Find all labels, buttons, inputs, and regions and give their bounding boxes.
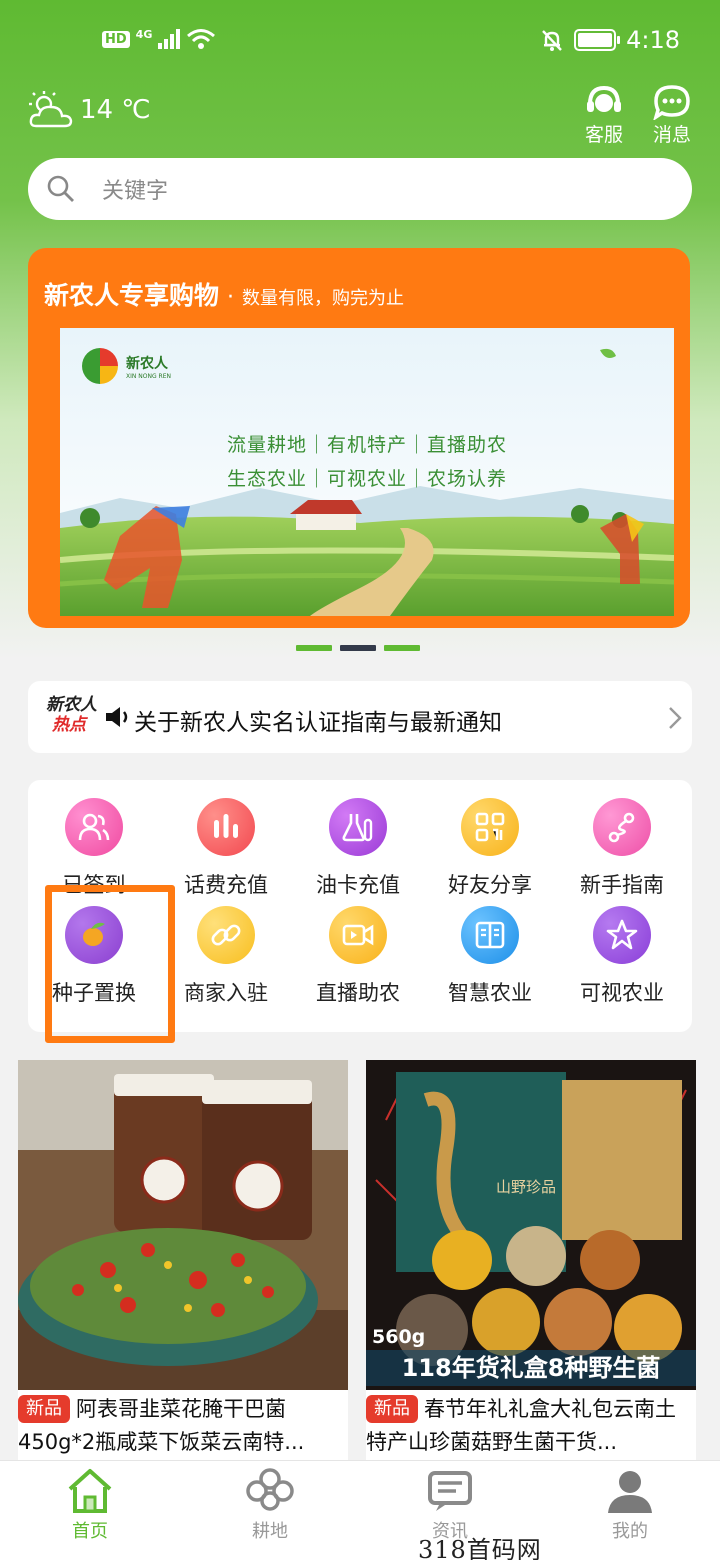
temperature: 14 ℃ bbox=[80, 95, 151, 125]
shortcut-beginner-guide[interactable]: 新手指南 bbox=[560, 798, 684, 899]
promo-banner[interactable]: 新农人专享购物 · 数量有限，购完为止 新农人 XIN NONG REN 流量耕… bbox=[28, 248, 690, 628]
path-icon bbox=[593, 798, 651, 856]
user-icon bbox=[608, 1471, 652, 1513]
notice-bar[interactable]: 新农人 热点 关于新农人实名认证指南与最新通知 bbox=[28, 681, 692, 753]
news-icon bbox=[428, 1471, 472, 1511]
hot-tag-top: 新农人 bbox=[46, 695, 97, 715]
shortcut-fuel-card[interactable]: 油卡充值 bbox=[296, 798, 420, 899]
shortcut-label: 话费充值 bbox=[184, 873, 268, 897]
chevron-right-icon bbox=[669, 707, 682, 729]
headset-icon bbox=[587, 85, 621, 112]
speaker-icon bbox=[106, 707, 128, 727]
battery-icon bbox=[574, 29, 621, 51]
new-badge: 新品 bbox=[366, 1395, 418, 1423]
link-icon bbox=[197, 906, 255, 964]
product-image bbox=[18, 1060, 348, 1390]
highlight-box-annotation bbox=[45, 885, 175, 1043]
image-caption: 118年货礼盒8种野生菌 bbox=[366, 1350, 696, 1386]
product-card[interactable]: 新品 阿表哥韭菜花腌干巴菌450g*2瓶咸菜下饭菜云南特... bbox=[18, 1060, 348, 1460]
search-input[interactable]: 关键字 bbox=[28, 158, 692, 220]
flask-icon bbox=[329, 798, 387, 856]
slogan-line-1: 流量耕地｜有机特产｜直播助农 bbox=[226, 434, 507, 456]
image-weight: 560g bbox=[372, 1326, 426, 1348]
shortcut-label: 新手指南 bbox=[580, 873, 664, 897]
pickled-vegetable-photo bbox=[18, 1060, 348, 1390]
shortcut-visual-agriculture[interactable]: 可视农业 bbox=[560, 906, 684, 1007]
network-type: 4G bbox=[135, 27, 153, 41]
logo-mark bbox=[82, 348, 118, 384]
new-badge: 新品 bbox=[18, 1395, 70, 1423]
star-icon bbox=[593, 906, 651, 964]
hot-news-tag: 新农人 热点 bbox=[46, 695, 104, 739]
promo-image: 新农人 XIN NONG REN 流量耕地｜有机特产｜直播助农 生态农业｜可视农… bbox=[60, 328, 674, 616]
carousel-dot-active[interactable] bbox=[340, 645, 376, 651]
signal-icon bbox=[158, 29, 181, 49]
partly-cloudy-icon bbox=[29, 91, 73, 128]
product-card[interactable]: 山野珍品 560g 118年货礼盒8种野生菌 新品 春节年礼礼盒大礼包云南土特产山… bbox=[366, 1060, 696, 1460]
shortcut-label: 好友分享 bbox=[448, 873, 532, 897]
tab-label: 首页 bbox=[72, 1521, 108, 1542]
promo-title: 新农人专享购物 bbox=[44, 281, 220, 310]
logo-text: 新农人 bbox=[126, 355, 168, 372]
home-icon bbox=[68, 1469, 112, 1513]
shortcut-merchant-join[interactable]: 商家入驻 bbox=[164, 906, 288, 1007]
slogan-line-2: 生态农业｜可视农业｜农场认养 bbox=[226, 468, 507, 490]
search-placeholder: 关键字 bbox=[102, 179, 169, 204]
logo-pinyin: XIN NONG REN bbox=[126, 372, 171, 380]
weather-widget[interactable]: 14 ℃ bbox=[28, 90, 151, 130]
video-icon bbox=[329, 906, 387, 964]
shortcut-checked-in[interactable]: 已签到 bbox=[32, 798, 156, 899]
product-image: 山野珍品 560g 118年货礼盒8种野生菌 bbox=[366, 1060, 696, 1390]
shortcut-share-friends[interactable]: 好友分享 bbox=[428, 798, 552, 899]
status-time: 4:18 bbox=[626, 26, 680, 54]
carousel-dot[interactable] bbox=[384, 645, 420, 651]
bar-chart-icon bbox=[197, 798, 255, 856]
shortcut-phone-recharge[interactable]: 话费充值 bbox=[164, 798, 288, 899]
tab-farmland[interactable]: 耕地 bbox=[210, 1467, 330, 1543]
shortcut-label: 商家入驻 bbox=[184, 981, 268, 1005]
promo-subtitle: 数量有限，购完为止 bbox=[242, 288, 405, 309]
wifi-icon bbox=[187, 29, 216, 49]
shortcut-live-farming[interactable]: 直播助农 bbox=[296, 906, 420, 1007]
status-bar: HD 4G 4:18 bbox=[0, 0, 720, 84]
tab-home[interactable]: 首页 bbox=[30, 1467, 150, 1543]
book-icon bbox=[461, 906, 519, 964]
customer-service-button[interactable]: 客服 bbox=[574, 84, 634, 147]
clover-icon bbox=[246, 1468, 294, 1511]
chat-bubble-icon bbox=[653, 85, 690, 120]
shortcut-label: 可视农业 bbox=[580, 981, 664, 1005]
messages-label: 消息 bbox=[652, 124, 691, 146]
messages-button[interactable]: 消息 bbox=[642, 84, 702, 147]
brand-logo: 新农人 XIN NONG REN bbox=[82, 348, 171, 384]
carousel-dot[interactable] bbox=[296, 645, 332, 651]
customer-service-label: 客服 bbox=[584, 124, 623, 146]
search-icon bbox=[47, 175, 74, 202]
mute-bell-icon bbox=[542, 30, 562, 51]
shortcut-smart-agriculture[interactable]: 智慧农业 bbox=[428, 906, 552, 1007]
shortcut-label: 直播助农 bbox=[316, 981, 400, 1005]
tab-label: 耕地 bbox=[252, 1521, 288, 1542]
shortcut-label: 油卡充值 bbox=[316, 873, 400, 897]
qr-grid-icon bbox=[461, 798, 519, 856]
hot-tag-bottom: 热点 bbox=[52, 715, 86, 735]
people-icon bbox=[65, 798, 123, 856]
notice-text: 关于新农人实名认证指南与最新通知 bbox=[134, 710, 502, 736]
watermark-text: 318首码网 www.E318.com bbox=[418, 1536, 542, 1560]
carousel-indicator bbox=[296, 645, 420, 651]
image-text-top: 山野珍品 bbox=[496, 1178, 557, 1196]
hd-badge: HD bbox=[102, 30, 130, 48]
promo-separator: · bbox=[227, 285, 235, 310]
shortcut-label: 智慧农业 bbox=[448, 981, 532, 1005]
